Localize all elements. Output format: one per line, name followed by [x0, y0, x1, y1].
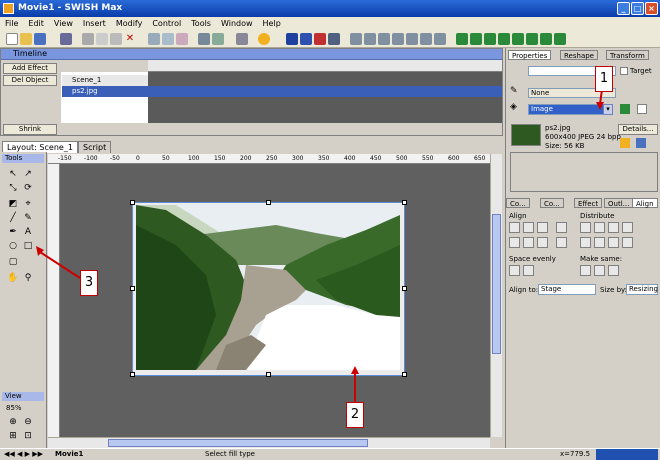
movie-tab[interactable]: Movie1 — [55, 450, 83, 458]
ruler-tick-label: 400 — [344, 155, 356, 162]
status-hint: Select fill type — [205, 450, 255, 458]
callout-1: 1 — [595, 66, 613, 92]
ruler-tick-label: 500 — [396, 155, 408, 162]
ruler-tick-label: 100 — [188, 155, 200, 162]
nav-arrows-icon[interactable]: ◀◀ ◀ ▶ ▶▶ — [4, 450, 43, 458]
ruler-tick-label: -150 — [58, 155, 72, 162]
ruler-tick-label: 0 — [136, 155, 140, 162]
callout-2: 2 — [346, 402, 364, 428]
ruler-tick-label: 50 — [162, 155, 170, 162]
status-bar: ◀◀ ◀ ▶ ▶▶ Movie1 Select fill type x=779.… — [0, 448, 660, 460]
annotation-arrows — [36, 81, 604, 402]
status-coords: x=779.5 — [560, 450, 591, 458]
ruler-tick-label: 550 — [422, 155, 434, 162]
ruler-tick-label: -100 — [84, 155, 98, 162]
ruler-tick-label: -50 — [110, 155, 120, 162]
system-tray — [596, 449, 658, 460]
ruler-tick-labels: -150 -100 -50 0 50 100 150 200 250 300 350 400 450 50… — [48, 154, 490, 164]
ruler-tick-label: 200 — [240, 155, 252, 162]
callout-3: 3 — [80, 270, 98, 296]
ruler-tick-label: 350 — [318, 155, 330, 162]
ruler-tick-label: 150 — [214, 155, 226, 162]
ruler-tick-label: 300 — [292, 155, 304, 162]
ruler-tick-label: 650 — [474, 155, 486, 162]
ruler-tick-label: 600 — [448, 155, 460, 162]
ruler-tick-label: 450 — [370, 155, 382, 162]
ruler-tick-label: 250 — [266, 155, 278, 162]
